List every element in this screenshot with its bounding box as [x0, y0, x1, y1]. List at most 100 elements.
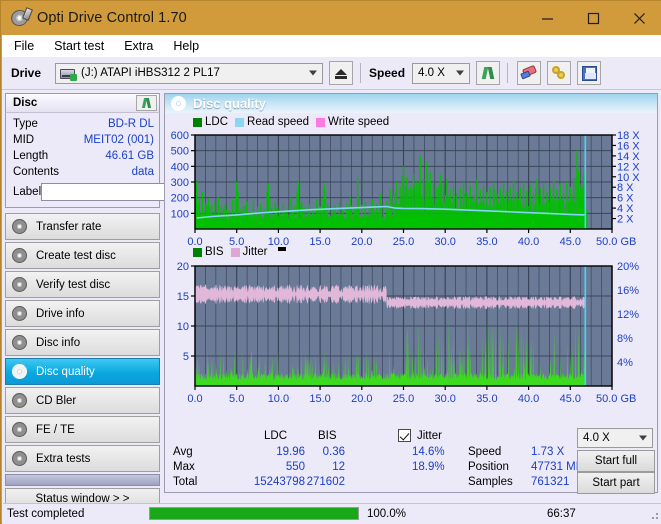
svg-text:10: 10 — [177, 321, 189, 333]
sidebar-item-label: Disc quality — [36, 365, 95, 378]
sidebar-item-create-test-disc[interactable]: Create test disc — [5, 242, 160, 269]
toolbar: Drive (J:) ATAPI iHBS312 2 PL17 Speed 4.… — [2, 57, 661, 90]
sidebar-item-cd-bler[interactable]: CD Bler — [5, 387, 160, 414]
menu-file[interactable]: File — [10, 37, 44, 55]
legend-swatch-bis — [193, 247, 202, 257]
legend-label-ldc: LDC — [205, 116, 229, 128]
svg-text:15.0: 15.0 — [309, 393, 330, 405]
svg-text:50.0 GB: 50.0 GB — [596, 393, 636, 405]
disc-mid-label: MID — [13, 134, 35, 146]
chart2-legend: BIS Jitter — [193, 246, 289, 258]
svg-text:40.0: 40.0 — [518, 393, 539, 405]
progress-fill — [150, 508, 358, 519]
close-icon[interactable] — [616, 1, 661, 35]
disc-row-mid: MID MEIT02 (001) — [13, 132, 154, 148]
nav-list: Transfer rate Create test disc Verify te… — [5, 213, 160, 509]
sidebar-item-transfer-rate[interactable]: Transfer rate — [5, 213, 160, 240]
sidebar-item-verify-test-disc[interactable]: Verify test disc — [5, 271, 160, 298]
samples-stat-value: 761321 — [531, 476, 570, 488]
stats-header-ldc: LDC — [264, 430, 288, 442]
resize-grip[interactable] — [648, 509, 660, 521]
svg-text:25.0: 25.0 — [393, 236, 414, 248]
save-button[interactable] — [577, 61, 602, 85]
save-icon — [581, 65, 597, 81]
jitter-label: Jitter — [417, 430, 442, 442]
disc-row-contents: Contents data — [13, 164, 154, 180]
speed-stat-label: Speed — [468, 446, 502, 458]
svg-text:20.0: 20.0 — [351, 236, 372, 248]
svg-text:45.0: 45.0 — [560, 393, 581, 405]
maximize-icon[interactable] — [570, 1, 616, 35]
svg-text:45.0: 45.0 — [560, 236, 581, 248]
eject-button[interactable] — [329, 61, 354, 85]
sidebar-item-fe-te[interactable]: FE / TE — [5, 416, 160, 443]
svg-text:25.0: 25.0 — [393, 393, 414, 405]
sidebar-item-label: FE / TE — [36, 423, 75, 436]
status-message: Test completed — [7, 507, 85, 520]
disc-label-row: Label — [13, 181, 244, 203]
chevron-down-icon — [309, 70, 318, 76]
start-full-button[interactable]: Start full — [577, 450, 655, 472]
sidebar-item-disc-quality[interactable]: Disc quality — [5, 358, 160, 385]
speed-stat-value: 1.73 X — [531, 446, 565, 458]
stats-max-ldc: 550 — [285, 461, 305, 473]
svg-text:400: 400 — [171, 161, 189, 173]
menu-extra[interactable]: Extra — [120, 37, 163, 55]
disc-icon — [12, 422, 27, 437]
sidebar-item-extra-tests[interactable]: Extra tests — [5, 445, 160, 472]
legend-swatch-read-speed — [235, 117, 245, 127]
legend-item-bis: BIS — [193, 246, 224, 258]
stats-header-bis: BIS — [318, 430, 337, 442]
svg-text:20.0: 20.0 — [351, 393, 372, 405]
window-title: Opti Drive Control 1.70 — [37, 10, 187, 26]
sidebar-item-drive-info[interactable]: Drive info — [5, 300, 160, 327]
disc-refresh-button[interactable] — [136, 95, 157, 111]
sidebar-item-label: CD Bler — [36, 394, 77, 407]
disc-row-length: Length 46.61 GB — [13, 148, 154, 164]
legend-item-read-speed: Read speed — [235, 116, 309, 128]
menu-start-test[interactable]: Start test — [50, 37, 114, 55]
erase-button[interactable] — [517, 61, 542, 85]
drive-select[interactable]: (J:) ATAPI iHBS312 2 PL17 — [55, 62, 324, 84]
status-bar: Test completed 100.0% 66:37 — [3, 503, 661, 523]
svg-text:12%: 12% — [617, 309, 639, 321]
disc-contents-label: Contents — [13, 166, 60, 178]
refresh-button[interactable] — [476, 61, 501, 85]
menu-help[interactable]: Help — [169, 37, 209, 55]
test-speed-select[interactable]: 4.0 X — [577, 428, 653, 448]
sidebar-item-label: Verify test disc — [36, 278, 111, 291]
start-part-button[interactable]: Start part — [577, 472, 655, 494]
stats-row-avg-label: Avg — [173, 446, 193, 458]
sidebar-item-disc-info[interactable]: Disc info — [5, 329, 160, 356]
disc-length-value: 46.61 GB — [105, 150, 154, 162]
disc-icon — [12, 219, 27, 234]
disc-panel-title: Disc — [13, 97, 38, 109]
svg-text:5.0: 5.0 — [229, 393, 244, 405]
drive-label: Drive — [11, 66, 42, 80]
svg-text:2 X: 2 X — [617, 214, 634, 226]
title-bar: Opti Drive Control 1.70 — [1, 1, 661, 35]
svg-text:300: 300 — [171, 177, 189, 189]
drive-icon — [59, 66, 78, 81]
disc-row-type: Type BD-R DL — [13, 116, 154, 132]
key-button[interactable] — [547, 61, 572, 85]
svg-text:40.0: 40.0 — [518, 236, 539, 248]
svg-text:200: 200 — [171, 193, 189, 205]
svg-text:35.0: 35.0 — [476, 393, 497, 405]
minimize-icon[interactable] — [524, 1, 570, 35]
jitter-checkbox[interactable] — [398, 429, 411, 442]
ldc-speed-chart: 60050040030020010018 X16 X14 X12 X10 X8 … — [171, 130, 641, 248]
nav-spacer — [5, 474, 160, 486]
progress-bar — [149, 507, 359, 520]
disc-quality-icon — [171, 96, 186, 111]
legend-swatch-ldc — [193, 117, 202, 127]
stats-avg-bis: 0.36 — [322, 446, 345, 458]
drive-select-value: (J:) ATAPI iHBS312 2 PL17 — [81, 67, 220, 79]
speed-select[interactable]: 4.0 X — [412, 62, 471, 84]
svg-text:15.0: 15.0 — [309, 236, 330, 248]
left-panel: Disc Type BD-R DL MID MEIT02 (001) Lengt… — [5, 93, 244, 509]
legend-label-jitter: Jitter — [242, 246, 268, 258]
disc-contents-value: data — [131, 166, 154, 178]
svg-text:10.0: 10.0 — [268, 393, 289, 405]
disc-icon — [12, 277, 27, 292]
